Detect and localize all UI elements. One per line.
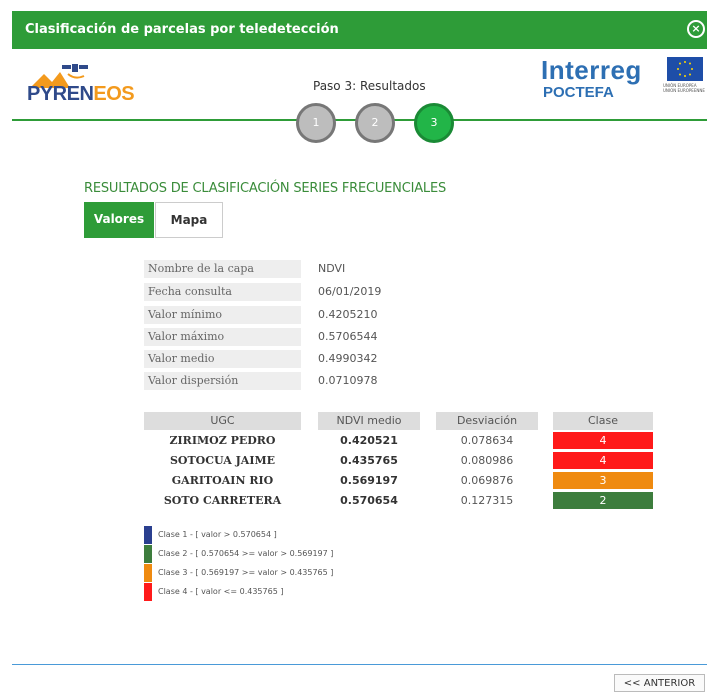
tab-valores[interactable]: Valores <box>84 202 154 238</box>
deviation-cell: 0.080986 <box>460 454 514 467</box>
deviation-cell: 0.127315 <box>460 494 514 507</box>
deviation-cell: 0.069876 <box>460 474 514 487</box>
wizard-step-label: Paso 3: Resultados <box>313 79 426 93</box>
legend-swatch <box>144 583 152 601</box>
ndvi-mean-cell: 0.420521 <box>340 434 398 447</box>
deviation-cell: 0.078634 <box>460 434 514 447</box>
info-value: 0.4990342 <box>318 352 378 365</box>
logo-text-pyren: PYREN <box>27 83 94 105</box>
title-bar: Clasificación de parcelas por teledetecc… <box>12 11 707 49</box>
class-badge: 2 <box>553 492 653 509</box>
window-title: Clasificación de parcelas por teledetecc… <box>25 22 339 37</box>
info-key: Valor máximo <box>144 328 301 346</box>
legend-swatch <box>144 564 152 582</box>
eu-flag-caption: UNIÓN EUROPEA UNION EUROPEENNE <box>663 83 705 93</box>
info-value: 0.0710978 <box>318 374 378 387</box>
col-header-ugc: UGC <box>144 412 301 430</box>
ndvi-mean-cell: 0.435765 <box>340 454 398 467</box>
info-value: 0.5706544 <box>318 330 378 343</box>
interreg-brand: Interreg <box>541 55 642 85</box>
class-badge: 3 <box>553 472 653 489</box>
logo-text-eos: EOS <box>93 83 135 105</box>
tab-mapa[interactable]: Mapa <box>155 202 223 238</box>
info-key: Valor medio <box>144 350 301 368</box>
ndvi-mean-cell: 0.569197 <box>340 474 398 487</box>
legend-label: Clase 3 - [ 0.569197 >= valor > 0.435765… <box>158 568 334 577</box>
poctefa-text: POCTEFA <box>543 84 614 101</box>
results-title: RESULTADOS DE CLASIFICACIÓN SERIES FRECU… <box>84 181 447 196</box>
info-value: 0.4205210 <box>318 308 378 321</box>
close-icon[interactable]: × <box>687 20 705 38</box>
wizard-step-1[interactable]: 1 <box>296 103 336 143</box>
ugc-cell: SOTOCUA JAIME <box>169 454 276 467</box>
legend-swatch <box>144 545 152 563</box>
class-badge: 4 <box>553 432 653 449</box>
wizard-step-2[interactable]: 2 <box>355 103 395 143</box>
eu-flag-icon <box>667 57 703 81</box>
legend-label: Clase 4 - [ valor <= 0.435765 ] <box>158 587 284 596</box>
class-badge: 4 <box>553 452 653 469</box>
info-key: Valor dispersión <box>144 372 301 390</box>
info-key: Fecha consulta <box>144 283 301 301</box>
col-header-ndvi: NDVI medio <box>318 412 420 430</box>
info-value: NDVI <box>318 262 346 275</box>
col-header-clase: Clase <box>553 412 653 430</box>
footer-divider <box>12 664 707 665</box>
ugc-cell: SOTO CARRETERA <box>163 494 282 507</box>
legend-label: Clase 1 - [ valor > 0.570654 ] <box>158 530 277 539</box>
legend-swatch <box>144 526 152 544</box>
wizard-step-3[interactable]: 3 <box>414 103 454 143</box>
info-key: Nombre de la capa <box>144 260 301 278</box>
info-value: 06/01/2019 <box>318 285 382 298</box>
pyreneos-logo: PYRENEOS <box>22 58 135 108</box>
legend-label: Clase 2 - [ 0.570654 >= valor > 0.569197… <box>158 549 334 558</box>
info-key: Valor mínimo <box>144 306 301 324</box>
col-header-desviacion: Desviación <box>436 412 538 430</box>
ndvi-mean-cell: 0.570654 <box>340 494 398 507</box>
dialog-body <box>12 49 707 690</box>
previous-button[interactable]: << ANTERIOR <box>614 674 705 692</box>
interreg-logo: Interreg POCTEFA UNIÓN EUROPEA UNION EUR… <box>541 55 705 105</box>
ugc-cell: ZIRIMOZ PEDRO <box>169 434 276 447</box>
ugc-cell: GARITOAIN RIO <box>171 474 274 487</box>
